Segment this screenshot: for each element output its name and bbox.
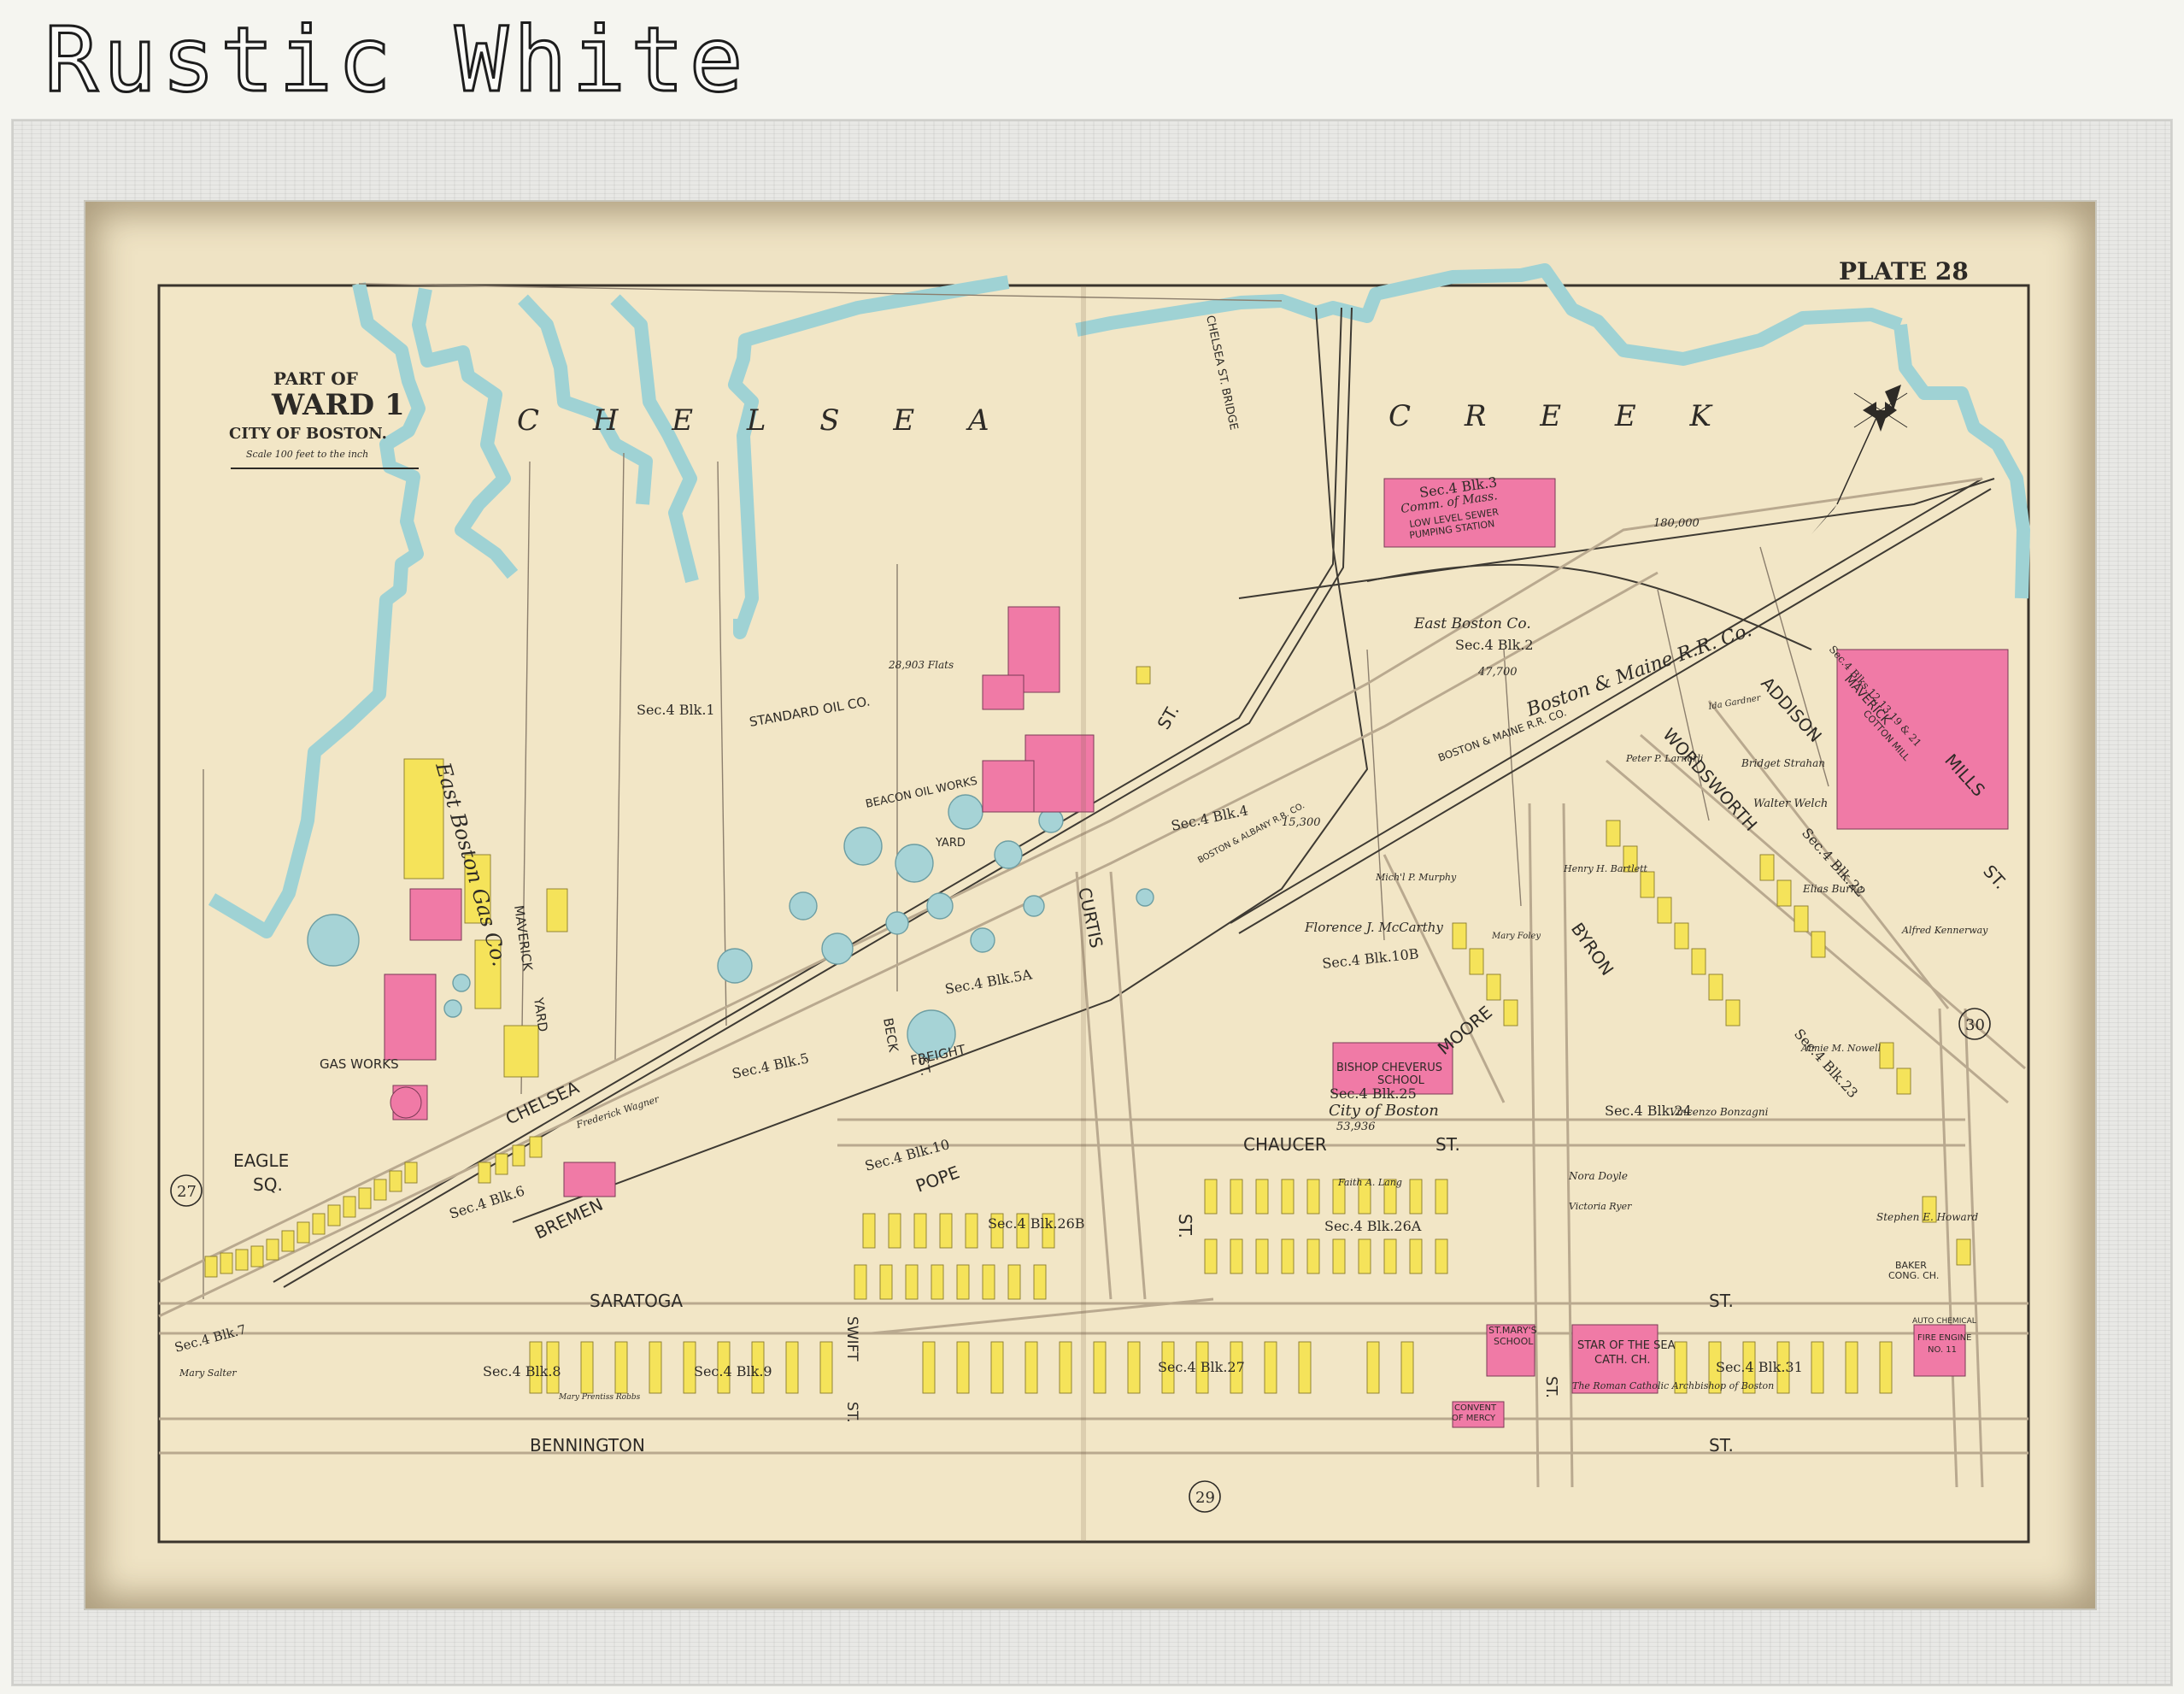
star-of-sea-2: CATH. CH.: [1594, 1354, 1650, 1367]
street-saratoga-st: ST.: [1709, 1291, 1734, 1311]
baker-church-2: CONG. CH.: [1888, 1270, 1939, 1281]
map-title-line1: PART OF: [273, 368, 358, 389]
water-chelsea: C H E L S E A: [517, 403, 1012, 438]
street-bennington: BENNINGTON: [530, 1435, 645, 1456]
st-marys-2: SCHOOL: [1494, 1336, 1534, 1347]
owner-bonzagni: Vincenzo Bonzagni: [1670, 1106, 1769, 1118]
street-chaucer: CHAUCER: [1243, 1134, 1327, 1155]
map-title-line3: CITY OF BOSTON.: [229, 425, 387, 443]
block-31: Sec.4 Blk.31: [1716, 1359, 1803, 1375]
owner-doyle: Nora Doyle: [1568, 1170, 1628, 1182]
owner-foley: Mary Foley: [1491, 932, 1541, 941]
owner-robbs: Mary Prentiss Robbs: [558, 1393, 641, 1402]
owner-murphy: Mich'l P. Murphy: [1375, 872, 1457, 883]
owner-lang: Faith A. Lang: [1337, 1177, 1402, 1188]
bishop-cheverus-1: BISHOP CHEVERUS: [1336, 1062, 1442, 1074]
star-of-sea-1: STAR OF THE SEA: [1577, 1339, 1676, 1352]
owner-nowell: Annie M. Nowell: [1800, 1043, 1882, 1054]
roman-catholic: The Roman Catholic Archbishop of Boston: [1572, 1380, 1774, 1391]
block-2: Sec.4 Blk.2: [1455, 637, 1534, 653]
convent-2: OF MERCY: [1452, 1414, 1496, 1423]
water-creek: C R E E K: [1388, 399, 1734, 433]
area-15300: 15,300: [1282, 816, 1321, 829]
adjacent-plate-29: 29: [1195, 1489, 1215, 1507]
block-25: Sec.4 Blk.25: [1330, 1085, 1417, 1102]
block-27: Sec.4 Blk.27: [1158, 1359, 1245, 1375]
map: PLATE 28 PART OF WARD 1 CITY OF BOSTON. …: [157, 257, 2030, 1544]
fire-engine-1: AUTO CHEMICAL: [1912, 1317, 1976, 1326]
eagle-sq-1: EAGLE: [233, 1150, 289, 1171]
beacon-yard: YARD: [935, 837, 966, 850]
adjacent-plate-27: 27: [177, 1183, 197, 1201]
block-9: Sec.4 Blk.9: [694, 1363, 772, 1379]
area-47700: 47,700: [1477, 666, 1518, 679]
owner-ryer: Victoria Ryer: [1569, 1201, 1632, 1212]
convent-1: CONVENT: [1454, 1403, 1497, 1413]
street-curtis-st: ST.: [1175, 1214, 1195, 1238]
map-scale: Scale 100 feet to the inch: [246, 449, 368, 460]
street-chaucer-st: ST.: [1435, 1134, 1460, 1155]
plate-number: PLATE 28: [1839, 257, 1969, 285]
street-saratoga: SARATOGA: [590, 1291, 683, 1311]
street-swift: SWIFT: [843, 1316, 860, 1362]
area-53936: 53,936: [1336, 1121, 1376, 1133]
owner-welch: Walter Welch: [1753, 797, 1828, 810]
block-8: Sec.4 Blk.8: [483, 1363, 561, 1379]
block-26b: Sec.4 Blk.26B: [988, 1215, 1085, 1232]
st-marys-1: ST.MARY'S: [1488, 1325, 1537, 1336]
fire-engine-2: FIRE ENGINE: [1917, 1333, 1971, 1343]
owner-howard: Stephen E. Howard: [1876, 1211, 1978, 1223]
block-1: Sec.4 Blk.1: [637, 702, 715, 718]
street-moore-st: ST.: [1542, 1376, 1560, 1398]
city-of-boston: City of Boston: [1329, 1102, 1439, 1120]
street-bennington-st: ST.: [1709, 1435, 1734, 1456]
area-28903: 28,903 Flats: [888, 659, 954, 671]
street-swift-st: ST.: [843, 1402, 860, 1423]
east-boston-co: East Boston Co.: [1413, 615, 1531, 632]
owner-larnorli: Peter P. Larnorli: [1625, 753, 1703, 764]
adjacent-plate-30: 30: [1965, 1016, 1985, 1034]
fire-engine-3: NO. 11: [1928, 1345, 1957, 1355]
owner-strahan: Bridget Strahan: [1741, 757, 1825, 769]
block-26a: Sec.4 Blk.26A: [1324, 1218, 1422, 1234]
area-180000: 180,000: [1653, 517, 1700, 530]
owner-kennerway: Alfred Kennerway: [1901, 925, 1988, 936]
gas-works: GAS WORKS: [320, 1056, 399, 1072]
owner-salter: Mary Salter: [179, 1368, 237, 1379]
owner-bartlett: Henry H. Bartlett: [1563, 863, 1648, 874]
owner-burke: Elias Burke: [1802, 883, 1863, 895]
eagle-sq-2: SQ.: [253, 1174, 283, 1195]
map-title-line2: WARD 1: [271, 388, 405, 422]
owner-mccarthy: Florence J. McCarthy: [1304, 920, 1443, 935]
